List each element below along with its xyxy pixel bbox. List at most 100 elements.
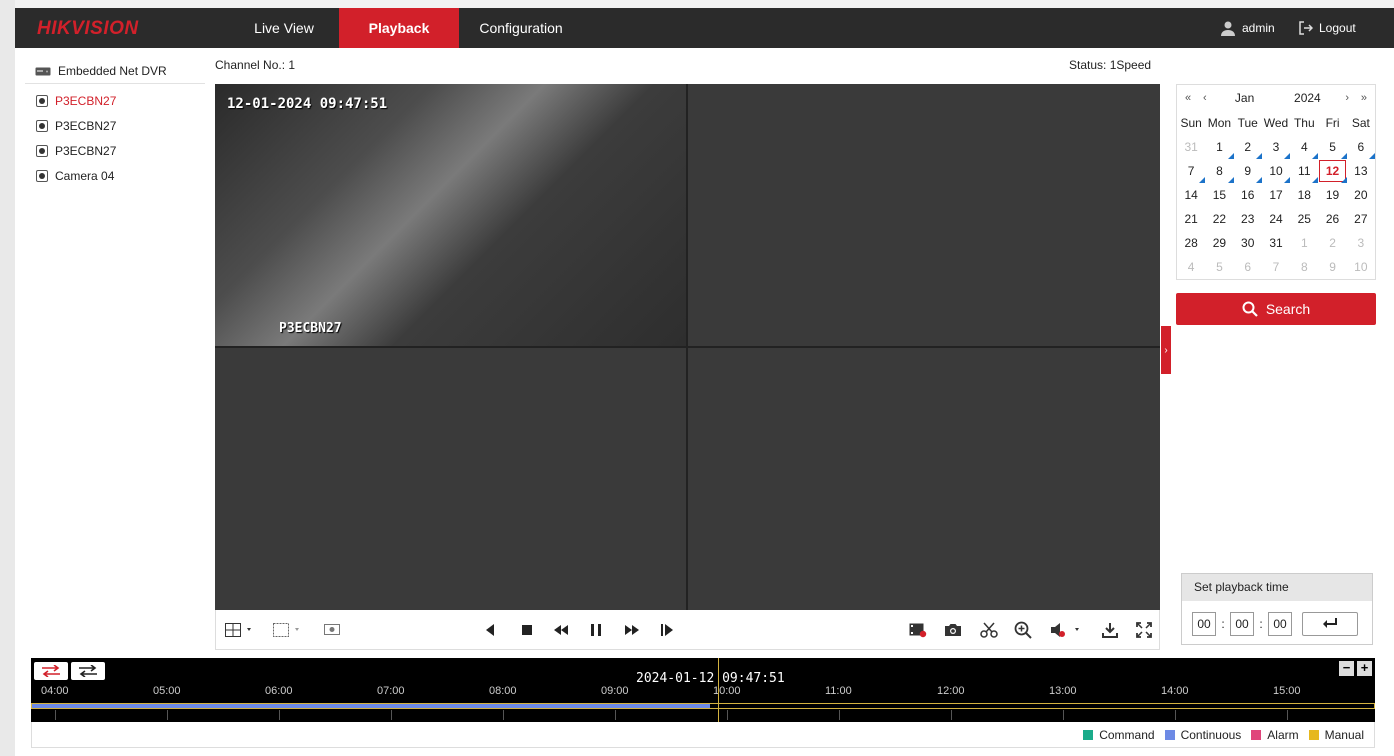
download-button[interactable]	[1100, 620, 1120, 640]
user-menu[interactable]: admin	[1220, 8, 1275, 48]
second-input[interactable]: 00	[1268, 612, 1292, 636]
tab-playback[interactable]: Playback	[339, 8, 459, 48]
calendar-day[interactable]: 28	[1177, 231, 1205, 255]
fisheye-button[interactable]	[322, 620, 342, 640]
calendar-day[interactable]: 7	[1262, 255, 1290, 279]
calendar-day[interactable]: 9	[1234, 159, 1263, 183]
video-pane-4[interactable]	[688, 348, 1160, 610]
camera-item-3[interactable]: P3ECBN27	[25, 138, 205, 163]
zoom-in-icon	[1014, 621, 1032, 639]
logout-button[interactable]: Logout	[1299, 8, 1356, 48]
speed-up-button[interactable]	[622, 620, 642, 640]
stop-button[interactable]	[517, 620, 537, 640]
camera-label: Camera 04	[55, 168, 115, 183]
set-time-button[interactable]	[1302, 612, 1358, 636]
calendar-day[interactable]: 11	[1290, 159, 1319, 183]
calendar-day[interactable]: 1	[1205, 135, 1234, 159]
camera-icon	[36, 144, 48, 157]
calendar-day[interactable]: 8	[1205, 159, 1234, 183]
timeline-zoom-out-button[interactable]: −	[1339, 661, 1354, 676]
timeline-cursor[interactable]	[718, 658, 719, 722]
prev-month-icon[interactable]: ‹	[1198, 92, 1212, 104]
reverse-play-button[interactable]	[480, 620, 500, 640]
prev-year-icon[interactable]: «	[1181, 92, 1195, 104]
calendar-day[interactable]: 31	[1262, 231, 1290, 255]
layout-grid-button[interactable]	[224, 620, 256, 640]
username-label: admin	[1242, 21, 1275, 35]
snapshot-button[interactable]	[943, 620, 963, 640]
calendar-day[interactable]: 10	[1347, 255, 1375, 279]
calendar-day[interactable]: 6	[1347, 135, 1376, 159]
minute-input[interactable]: 00	[1230, 612, 1254, 636]
calendar-day[interactable]: 26	[1318, 207, 1346, 231]
calendar-day[interactable]: 27	[1347, 207, 1375, 231]
timeline-zoom-in-button[interactable]: +	[1357, 661, 1372, 676]
calendar-day[interactable]: 16	[1234, 183, 1262, 207]
calendar-day[interactable]: 23	[1234, 207, 1262, 231]
calendar-day[interactable]: 4	[1177, 255, 1205, 279]
slow-down-button[interactable]	[551, 620, 571, 640]
timeline[interactable]: − + 2024-01-12 09:47:51 04:00 05:00 06:00 0…	[31, 658, 1375, 722]
clip-cut-button[interactable]	[979, 620, 999, 640]
calendar-day[interactable]: 21	[1177, 207, 1205, 231]
camera-item-1[interactable]: P3ECBN27	[25, 88, 205, 113]
fullscreen-button[interactable]	[1134, 620, 1154, 640]
timeline-mode-button[interactable]	[71, 662, 105, 680]
hour-input[interactable]: 00	[1192, 612, 1216, 636]
calendar-day[interactable]: 3	[1347, 231, 1375, 255]
fullscreen-icon	[1136, 622, 1152, 638]
calendar-day[interactable]: 19	[1318, 183, 1346, 207]
collapse-panel-button[interactable]: ›	[1161, 326, 1171, 374]
calendar-day[interactable]: 8	[1290, 255, 1318, 279]
video-pane-2[interactable]	[688, 84, 1160, 346]
calendar-day[interactable]: 5	[1205, 255, 1233, 279]
calendar-day[interactable]: 12	[1318, 159, 1347, 183]
calendar-day[interactable]: 18	[1290, 183, 1318, 207]
calendar-day[interactable]: 6	[1234, 255, 1262, 279]
timeline-tick-label: 05:00	[153, 685, 181, 697]
digital-zoom-button[interactable]	[1013, 620, 1033, 640]
calendar-day[interactable]: 3	[1262, 135, 1291, 159]
calendar-day[interactable]: 17	[1262, 183, 1290, 207]
calendar-day[interactable]: 22	[1205, 207, 1233, 231]
frame-step-button[interactable]	[657, 620, 677, 640]
calendar-day[interactable]: 29	[1205, 231, 1233, 255]
calendar-day[interactable]: 4	[1290, 135, 1319, 159]
calendar-day[interactable]: 13	[1347, 159, 1375, 183]
pause-button[interactable]	[586, 620, 606, 640]
calendar-day[interactable]: 24	[1262, 207, 1290, 231]
window-split-button[interactable]	[272, 620, 304, 640]
pause-icon	[591, 624, 601, 636]
search-button[interactable]: Search	[1176, 293, 1376, 325]
calendar-day[interactable]: 14	[1177, 183, 1205, 207]
camera-snapshot-icon	[945, 624, 961, 636]
calendar-day[interactable]: 31	[1177, 135, 1205, 159]
calendar-day[interactable]: 10	[1262, 159, 1291, 183]
camera-item-4[interactable]: Camera 04	[25, 163, 205, 188]
tab-live-view[interactable]: Live View	[229, 8, 339, 48]
calendar-day[interactable]: 5	[1318, 135, 1347, 159]
calendar-day[interactable]: 20	[1347, 183, 1375, 207]
playback-toolbar	[215, 610, 1160, 650]
calendar-day[interactable]: 2	[1318, 231, 1346, 255]
next-month-icon[interactable]: ›	[1340, 92, 1354, 104]
calendar-day[interactable]: 7	[1177, 159, 1206, 183]
camera-item-2[interactable]: P3ECBN27	[25, 113, 205, 138]
next-year-icon[interactable]: »	[1357, 92, 1371, 104]
calendar-day[interactable]: 9	[1318, 255, 1346, 279]
device-node[interactable]: Embedded Net DVR	[25, 58, 205, 84]
record-clip-button[interactable]	[908, 620, 928, 640]
calendar-day[interactable]: 15	[1205, 183, 1233, 207]
audio-button[interactable]	[1049, 620, 1085, 640]
calendar-day[interactable]: 25	[1290, 207, 1318, 231]
legend-label: Alarm	[1267, 727, 1299, 742]
legend-label: Manual	[1324, 727, 1364, 742]
calendar-day[interactable]: 2	[1234, 135, 1263, 159]
top-strip	[15, 0, 1394, 8]
video-pane-1[interactable]: 12-01-2024 09:47:51 P3ECBN27	[215, 84, 686, 346]
tab-configuration[interactable]: Configuration	[459, 8, 583, 48]
video-pane-3[interactable]	[215, 348, 686, 610]
calendar-day[interactable]: 1	[1290, 231, 1318, 255]
calendar-day[interactable]: 30	[1234, 231, 1262, 255]
sync-playback-button[interactable]	[34, 662, 68, 680]
